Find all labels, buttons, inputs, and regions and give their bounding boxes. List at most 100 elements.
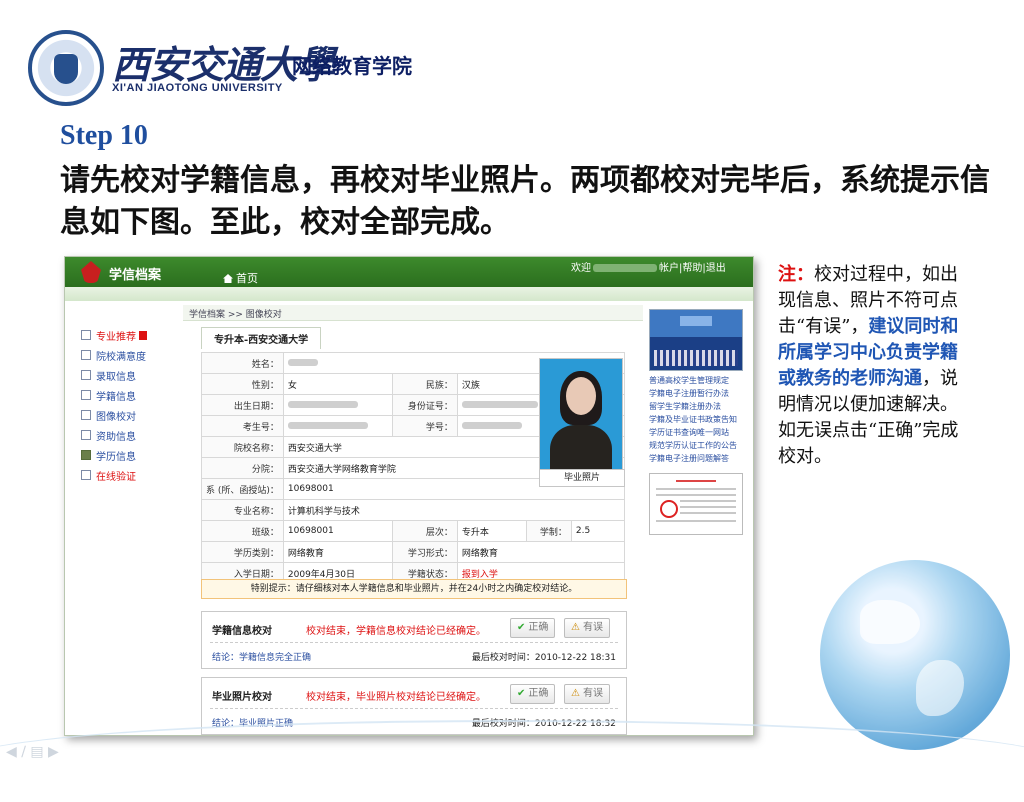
exam-value xyxy=(282,415,393,437)
checkbox-icon xyxy=(81,370,91,380)
ethnic-label: 民族： xyxy=(391,373,458,395)
policy-link[interactable]: 学籍电子注册暂行办法 xyxy=(649,387,747,400)
blurred-name xyxy=(287,359,318,366)
checkbox-icon xyxy=(81,430,91,440)
name-label: 姓名： xyxy=(201,352,284,374)
sidebar-item-major-recommend[interactable]: 专业推荐 xyxy=(81,325,171,345)
form-label: 学习形式： xyxy=(391,541,458,563)
status-verify-card: 学籍信息校对 校对结束，学籍信息校对结论已经确定。 ✔ 正确 ⚠ 有误 结论：学籍信… xyxy=(201,611,627,669)
button-label: 有误 xyxy=(582,622,603,633)
blurred-birth xyxy=(287,401,358,408)
policy-link[interactable]: 规范学历认证工作的公告 xyxy=(649,439,747,452)
major-value: 计算机科学与技术 xyxy=(282,499,626,521)
branch-label: 分院： xyxy=(201,457,284,479)
graduation-photo xyxy=(539,358,623,483)
tab-program[interactable]: 专升本-西安交通大学 xyxy=(201,327,322,349)
home-icon xyxy=(223,274,233,283)
sidebar-item-label: 在线验证 xyxy=(96,471,136,483)
warning-icon: ⚠ xyxy=(571,622,580,633)
university-seal-logo xyxy=(28,30,104,106)
card-title: 学籍信息校对 xyxy=(212,626,272,637)
welcome-text: 欢迎 xyxy=(571,263,591,274)
warning-icon: ⚠ xyxy=(571,688,580,699)
policy-link[interactable]: 学历证书查询唯一网站 xyxy=(649,426,747,439)
sidebar-item-satisfaction[interactable]: 院校满意度 xyxy=(81,345,171,365)
special-notice: 特别提示：请仔细核对本人学籍信息和毕业照片，并在24小时之内确定校对结论。 xyxy=(201,579,627,599)
wrong-button[interactable]: ⚠ 有误 xyxy=(564,684,610,704)
class-label: 班级： xyxy=(201,520,284,542)
sidebar-item-admission[interactable]: 录取信息 xyxy=(81,365,171,385)
policy-link[interactable]: 留学生学籍注册办法 xyxy=(649,400,747,413)
type-value: 网络教育 xyxy=(282,541,393,563)
exam-label: 考生号： xyxy=(201,415,284,437)
card-title: 毕业照片校对 xyxy=(212,692,272,703)
certificate-thumbnail[interactable] xyxy=(649,473,743,535)
embedded-screenshot: 学信档案 欢迎 帐户|帮助|退出 首页 专业推荐 院校满意度 录取信息 学籍信息 … xyxy=(64,256,754,736)
wrong-button[interactable]: ⚠ 有误 xyxy=(564,618,610,638)
button-label: 正确 xyxy=(528,622,549,633)
breadcrumb: 学信档案 >> 图像校对 xyxy=(183,305,643,321)
checkbox-icon xyxy=(81,330,91,340)
sidebar-item-online-verify[interactable]: 在线验证 xyxy=(81,465,171,485)
sidebar-item-label: 专业推荐 xyxy=(96,331,136,343)
student-no-label: 学号： xyxy=(391,415,458,437)
app-title: 学信档案 xyxy=(109,268,162,283)
checkbox-icon xyxy=(81,350,91,360)
sidebar-item-student-status[interactable]: 学籍信息 xyxy=(81,385,171,405)
sidebar-item-image-check[interactable]: 图像校对 xyxy=(81,405,171,425)
dept-label: 系 (所、函授站)： xyxy=(201,478,284,500)
type-label: 学历类别： xyxy=(201,541,284,563)
tab-home[interactable]: 首页 xyxy=(223,270,258,286)
birth-value xyxy=(282,394,393,416)
blurred-exam xyxy=(287,422,368,429)
card-conclusion: 结论：学籍信息完全正确 xyxy=(212,653,312,663)
class-value: 10698001 xyxy=(282,520,393,542)
app-top-bar: 学信档案 欢迎 帐户|帮助|退出 首页 xyxy=(65,257,753,287)
sidebar-item-label: 院校满意度 xyxy=(96,351,146,363)
blurred-id xyxy=(461,401,538,408)
policy-link[interactable]: 学籍电子注册问题解答 xyxy=(649,452,747,465)
slide-nav-icons[interactable]: ◀ ∕ ▤ ▶ xyxy=(6,744,59,760)
policy-links: 普通高校学生管理规定 学籍电子注册暂行办法 留学生学籍注册办法 学籍及毕业证书政… xyxy=(649,374,747,465)
right-panel: 普通高校学生管理规定 学籍电子注册暂行办法 留学生学籍注册办法 学籍及毕业证书政… xyxy=(649,309,747,535)
duration-value: 2.5 xyxy=(570,520,626,542)
college-name: 网络教育学院 xyxy=(292,54,412,78)
id-label: 身份证号： xyxy=(391,394,458,416)
sidebar-item-label: 资助信息 xyxy=(96,431,136,443)
level-value: 专升本 xyxy=(456,520,527,542)
card-result: 校对结束，毕业照片校对结论已经确定。 xyxy=(306,692,486,703)
flame-icon xyxy=(81,261,101,283)
card-result: 校对结束，学籍信息校对结论已经确定。 xyxy=(306,626,486,637)
news-image[interactable] xyxy=(649,309,743,371)
form-value: 网络教育 xyxy=(456,541,626,563)
policy-link[interactable]: 普通高校学生管理规定 xyxy=(649,374,747,387)
globe-decoration xyxy=(820,560,1010,750)
policy-link[interactable]: 学籍及毕业证书政策告知 xyxy=(649,413,747,426)
correct-button[interactable]: ✔ 正确 xyxy=(510,684,556,704)
photo-caption: 毕业照片 xyxy=(539,469,625,487)
step-description: 请先校对学籍信息，再校对毕业照片。两项都校对完毕后，系统提示信息如下图。至此，校… xyxy=(60,163,990,240)
checkbox-icon xyxy=(81,390,91,400)
top-links[interactable]: 帐户|帮助|退出 xyxy=(659,263,726,274)
blurred-student-no xyxy=(461,422,522,429)
duration-label: 学制： xyxy=(525,520,572,542)
school-label: 院校名称： xyxy=(201,436,284,458)
checkbox-icon xyxy=(81,470,91,480)
sub-bar xyxy=(65,287,753,301)
sidebar-item-aid[interactable]: 资助信息 xyxy=(81,425,171,445)
gender-label: 性别： xyxy=(201,373,284,395)
button-label: 正确 xyxy=(528,688,549,699)
sidebar-item-label: 学历信息 xyxy=(96,451,136,463)
blurred-username xyxy=(593,264,657,272)
gender-value: 女 xyxy=(282,373,393,395)
major-label: 专业名称： xyxy=(201,499,284,521)
check-icon: ✔ xyxy=(517,688,526,699)
wave-decoration xyxy=(0,720,1024,802)
home-tab-label: 首页 xyxy=(236,272,258,285)
sidebar-item-degree[interactable]: 学历信息 xyxy=(81,445,171,465)
sidebar-item-label: 学籍信息 xyxy=(96,391,136,403)
step-title: Step 10 xyxy=(60,120,148,151)
button-label: 有误 xyxy=(582,688,603,699)
new-badge-icon xyxy=(139,330,147,340)
correct-button[interactable]: ✔ 正确 xyxy=(510,618,556,638)
